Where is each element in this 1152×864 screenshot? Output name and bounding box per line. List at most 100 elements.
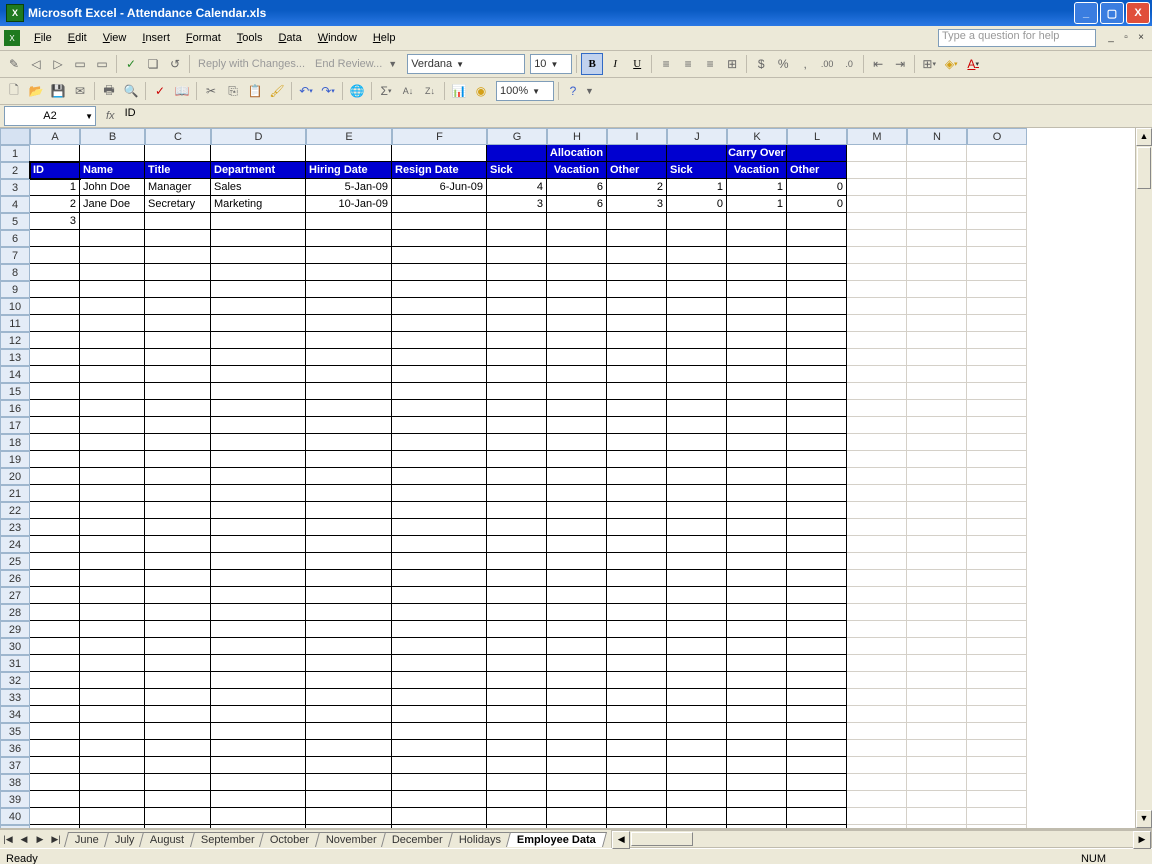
cell[interactable] <box>487 485 547 502</box>
cell[interactable] <box>487 417 547 434</box>
undo-icon[interactable]: ↶▾ <box>296 81 316 101</box>
cell[interactable] <box>787 349 847 366</box>
close-button[interactable]: X <box>1126 2 1150 24</box>
cell[interactable] <box>80 468 145 485</box>
cell[interactable] <box>967 587 1027 604</box>
cell[interactable] <box>787 621 847 638</box>
cell[interactable] <box>211 570 306 587</box>
worksheet-grid[interactable]: ABCDEFGHIJKLMNO1AllocationCarry Over2IDN… <box>0 128 1152 829</box>
cell[interactable]: Sales <box>211 179 306 196</box>
row-header-5[interactable]: 5 <box>0 213 30 230</box>
cell[interactable] <box>907 417 967 434</box>
cell[interactable] <box>907 434 967 451</box>
cell[interactable] <box>967 145 1027 162</box>
cell[interactable] <box>607 264 667 281</box>
cell[interactable] <box>667 774 727 791</box>
cell[interactable] <box>847 213 907 230</box>
cell[interactable] <box>392 230 487 247</box>
row-header-41[interactable]: 41 <box>0 825 30 829</box>
cell[interactable] <box>787 689 847 706</box>
cell[interactable] <box>392 553 487 570</box>
cell[interactable] <box>727 468 787 485</box>
cell[interactable] <box>967 536 1027 553</box>
cell[interactable] <box>967 553 1027 570</box>
cell[interactable] <box>607 655 667 672</box>
cell[interactable] <box>392 536 487 553</box>
cell[interactable] <box>967 757 1027 774</box>
cell[interactable] <box>667 213 727 230</box>
cell[interactable] <box>306 298 392 315</box>
cell[interactable] <box>907 791 967 808</box>
cell[interactable] <box>487 247 547 264</box>
cell[interactable] <box>487 570 547 587</box>
track-changes-icon[interactable]: ↺ <box>165 54 185 74</box>
row-header-36[interactable]: 36 <box>0 740 30 757</box>
cell[interactable] <box>967 264 1027 281</box>
cell[interactable]: 0 <box>787 196 847 213</box>
cell[interactable] <box>487 706 547 723</box>
cell[interactable] <box>907 621 967 638</box>
cell[interactable] <box>667 672 727 689</box>
cell[interactable] <box>487 553 547 570</box>
cell[interactable] <box>306 536 392 553</box>
cell[interactable] <box>787 264 847 281</box>
cell[interactable] <box>667 689 727 706</box>
cell[interactable] <box>306 213 392 230</box>
column-header-B[interactable]: B <box>80 128 145 145</box>
cell[interactable] <box>847 638 907 655</box>
cell[interactable] <box>211 332 306 349</box>
cell[interactable] <box>392 757 487 774</box>
cell[interactable] <box>487 264 547 281</box>
cell[interactable] <box>787 366 847 383</box>
cell[interactable] <box>30 808 80 825</box>
cell[interactable] <box>211 791 306 808</box>
cell[interactable] <box>967 774 1027 791</box>
cell[interactable] <box>211 536 306 553</box>
row-header-13[interactable]: 13 <box>0 349 30 366</box>
cell[interactable] <box>607 587 667 604</box>
cell[interactable] <box>145 400 211 417</box>
cell[interactable] <box>967 451 1027 468</box>
cell[interactable] <box>727 485 787 502</box>
cell[interactable] <box>392 774 487 791</box>
row-header-18[interactable]: 18 <box>0 434 30 451</box>
cell[interactable] <box>547 417 607 434</box>
row-header-39[interactable]: 39 <box>0 791 30 808</box>
cell[interactable] <box>667 281 727 298</box>
cell[interactable] <box>547 281 607 298</box>
cell[interactable] <box>907 587 967 604</box>
cell[interactable] <box>145 502 211 519</box>
cell[interactable] <box>667 383 727 400</box>
cell[interactable] <box>547 502 607 519</box>
cell[interactable] <box>145 519 211 536</box>
cell[interactable] <box>30 621 80 638</box>
cell[interactable] <box>967 723 1027 740</box>
cell[interactable] <box>787 451 847 468</box>
cell[interactable] <box>607 570 667 587</box>
cell[interactable] <box>392 145 487 162</box>
cell[interactable] <box>907 179 967 196</box>
cell[interactable] <box>80 808 145 825</box>
new-comment-icon[interactable]: ✎ <box>4 54 24 74</box>
cell[interactable] <box>667 145 727 162</box>
cell[interactable] <box>847 264 907 281</box>
name-box[interactable]: A2▼ <box>4 106 96 126</box>
cell[interactable] <box>727 519 787 536</box>
cell[interactable] <box>967 672 1027 689</box>
cell[interactable] <box>145 451 211 468</box>
cell[interactable] <box>30 417 80 434</box>
cell[interactable] <box>547 468 607 485</box>
cell[interactable] <box>907 672 967 689</box>
cell[interactable] <box>30 553 80 570</box>
cell[interactable] <box>967 485 1027 502</box>
cell[interactable] <box>392 808 487 825</box>
vertical-scrollbar[interactable]: ▲ ▼ <box>1135 128 1152 828</box>
column-header-E[interactable]: E <box>306 128 392 145</box>
row-header-35[interactable]: 35 <box>0 723 30 740</box>
cell[interactable] <box>306 791 392 808</box>
cell[interactable] <box>607 536 667 553</box>
row-header-29[interactable]: 29 <box>0 621 30 638</box>
cell[interactable] <box>392 434 487 451</box>
cell[interactable] <box>80 774 145 791</box>
cell[interactable]: 1 <box>30 179 80 196</box>
